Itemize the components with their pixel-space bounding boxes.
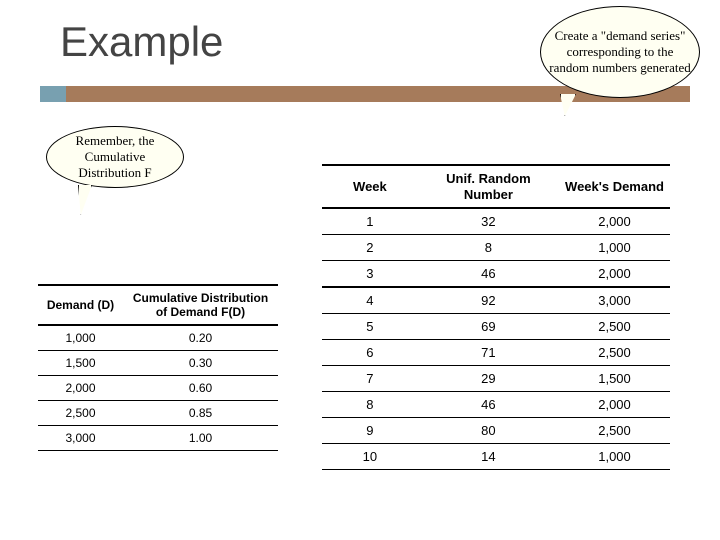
callout-left-text: Remember, the Cumulative Distribution F — [55, 133, 175, 182]
table-row: 3462,000 — [322, 261, 670, 288]
cell: 2,000 — [559, 261, 670, 288]
cell: 10 — [322, 444, 418, 470]
cell: 2,500 — [559, 340, 670, 366]
cell: 2,000 — [559, 208, 670, 235]
table-row: 8462,000 — [322, 392, 670, 418]
table-row: 3,0001.00 — [38, 426, 278, 451]
cell: 3 — [322, 261, 418, 288]
cell: 8 — [322, 392, 418, 418]
cell: 1,000 — [38, 325, 123, 351]
cell: 14 — [418, 444, 559, 470]
cell: 3,000 — [38, 426, 123, 451]
cell: 3,000 — [559, 287, 670, 314]
cell: 1.00 — [123, 426, 278, 451]
callout-top: Create a "demand series" corresponding t… — [540, 6, 700, 98]
accent-tab — [40, 86, 66, 102]
series-header-week: Week — [322, 165, 418, 208]
cell: 0.20 — [123, 325, 278, 351]
cell: 2,500 — [559, 314, 670, 340]
cell: 2,500 — [559, 418, 670, 444]
cell: 0.60 — [123, 376, 278, 401]
table-row: 7291,500 — [322, 366, 670, 392]
cell: 8 — [418, 235, 559, 261]
cell: 71 — [418, 340, 559, 366]
cdf-header-cum: Cumulative Distribution of Demand F(D) — [123, 285, 278, 325]
table-row: 1,0000.20 — [38, 325, 278, 351]
cell: 4 — [322, 287, 418, 314]
cell: 2 — [322, 235, 418, 261]
callout-left-tail — [78, 185, 92, 215]
cell: 5 — [322, 314, 418, 340]
cell: 2,000 — [559, 392, 670, 418]
cell: 69 — [418, 314, 559, 340]
cell: 29 — [418, 366, 559, 392]
callout-top-text: Create a "demand series" corresponding t… — [549, 28, 691, 77]
cell: 80 — [418, 418, 559, 444]
callout-left: Remember, the Cumulative Distribution F — [46, 126, 184, 188]
cell: 46 — [418, 392, 559, 418]
demand-series-table: Week Unif. Random Number Week's Demand 1… — [322, 164, 670, 470]
cell: 92 — [418, 287, 559, 314]
table-row: 2,0000.60 — [38, 376, 278, 401]
cell: 1,000 — [559, 235, 670, 261]
table-row: 6712,500 — [322, 340, 670, 366]
table-row: 10141,000 — [322, 444, 670, 470]
cell: 32 — [418, 208, 559, 235]
table-row: 9802,500 — [322, 418, 670, 444]
cell: 46 — [418, 261, 559, 288]
table-row: 1322,000 — [322, 208, 670, 235]
cell: 1 — [322, 208, 418, 235]
table-row: 5692,500 — [322, 314, 670, 340]
cell: 1,500 — [38, 351, 123, 376]
table-row: 281,000 — [322, 235, 670, 261]
series-header-rand: Unif. Random Number — [418, 165, 559, 208]
cell: 2,000 — [38, 376, 123, 401]
cell: 1,500 — [559, 366, 670, 392]
cell: 1,000 — [559, 444, 670, 470]
table-row: 4923,000 — [322, 287, 670, 314]
cdf-table: Demand (D) Cumulative Distribution of De… — [38, 284, 278, 451]
callout-top-tail — [560, 94, 576, 116]
cell: 2,500 — [38, 401, 123, 426]
cdf-header-demand: Demand (D) — [38, 285, 123, 325]
cell: 0.30 — [123, 351, 278, 376]
series-header-demand: Week's Demand — [559, 165, 670, 208]
table-row: 2,5000.85 — [38, 401, 278, 426]
cell: 6 — [322, 340, 418, 366]
page-title: Example — [60, 18, 223, 66]
cell: 9 — [322, 418, 418, 444]
cell: 7 — [322, 366, 418, 392]
table-row: 1,5000.30 — [38, 351, 278, 376]
cell: 0.85 — [123, 401, 278, 426]
